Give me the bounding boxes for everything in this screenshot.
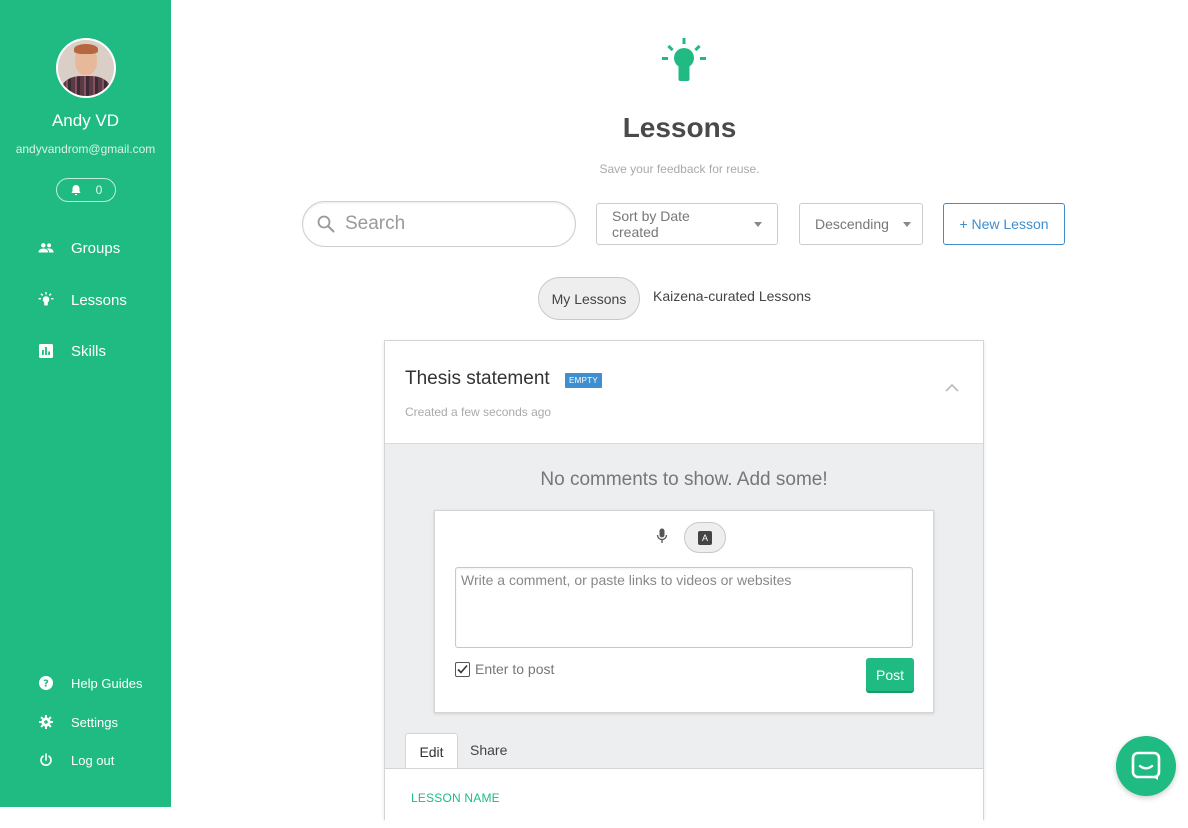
status-badge: EMPTY: [565, 373, 603, 388]
lesson-title: Thesis statement: [405, 368, 550, 389]
gear-icon: [38, 714, 54, 730]
tab-my-lessons[interactable]: My Lessons: [538, 277, 640, 320]
lightbulb-icon: [662, 38, 706, 81]
chat-launcher-button[interactable]: [1116, 736, 1176, 796]
lesson-name-label: LESSON NAME: [411, 791, 500, 805]
sidebar-item-label: Groups: [71, 239, 121, 257]
skills-chart-icon: [38, 343, 54, 359]
help-icon: ?: [38, 675, 54, 691]
avatar[interactable]: [56, 38, 116, 98]
order-dropdown[interactable]: Descending: [799, 203, 923, 245]
search-input[interactable]: [345, 213, 545, 235]
page-title: Lessons: [622, 112, 737, 143]
svg-text:?: ?: [43, 679, 49, 690]
notifications-count: 0: [95, 183, 103, 197]
no-comments-message: No comments to show. Add some!: [540, 469, 828, 490]
sidebar-item-help-guides[interactable]: ? Help Guides: [0, 668, 171, 698]
edit-panel: LESSON NAME: [385, 768, 983, 828]
page-subtitle: Save your feedback for reuse.: [599, 162, 760, 176]
sort-label: Sort by Date created: [612, 208, 690, 240]
lightbulb-icon: [38, 292, 54, 308]
tab-share[interactable]: Share: [470, 742, 507, 758]
bell-icon: [71, 185, 81, 196]
sidebar-item-log-out[interactable]: Log out: [0, 745, 171, 775]
caret-down-icon: [754, 221, 762, 227]
text-mode-letter: A: [698, 530, 712, 545]
caret-down-icon: [902, 221, 911, 227]
lesson-card: Thesis statement EMPTY Created a few sec…: [384, 340, 984, 828]
search-box[interactable]: [302, 201, 576, 247]
sidebar-item-settings[interactable]: Settings: [0, 707, 171, 737]
search-icon: [317, 215, 335, 233]
microphone-icon[interactable]: [655, 528, 669, 544]
lesson-card-header[interactable]: Thesis statement EMPTY Created a few sec…: [385, 341, 983, 444]
new-lesson-button[interactable]: + New Lesson: [943, 203, 1065, 245]
enter-to-post-option[interactable]: Enter to post: [455, 661, 554, 677]
text-mode-toggle[interactable]: A: [684, 522, 726, 553]
checkmark-icon: [457, 664, 468, 674]
sidebar-item-lessons[interactable]: Lessons: [0, 285, 171, 315]
chat-icon: [1131, 751, 1161, 780]
tab-kaizena-curated-lessons[interactable]: Kaizena-curated Lessons: [653, 288, 811, 304]
enter-to-post-checkbox[interactable]: [455, 661, 470, 677]
sidebar-item-skills[interactable]: Skills: [0, 336, 171, 366]
avatar-image: [58, 40, 114, 96]
lesson-created-time: Created a few seconds ago: [405, 405, 552, 419]
enter-to-post-label: Enter to post: [475, 661, 555, 677]
groups-icon: [38, 240, 54, 256]
user-email: andyvandrom@gmail.com: [15, 142, 156, 156]
post-button[interactable]: Post: [866, 658, 914, 691]
sidebar-item-label: Log out: [71, 752, 115, 768]
order-label: Descending: [815, 216, 889, 232]
sidebar-item-groups[interactable]: Groups: [0, 233, 171, 263]
tab-edit[interactable]: Edit: [405, 733, 458, 769]
sort-dropdown[interactable]: Sort by Date created: [596, 203, 778, 245]
sidebar-item-label: Help Guides: [71, 675, 143, 691]
sidebar-item-label: Skills: [71, 342, 107, 360]
sidebar-item-label: Lessons: [71, 291, 127, 309]
sidebar-item-label: Settings: [71, 714, 118, 730]
power-icon: [38, 752, 54, 768]
comment-composer: A Enter to post Post: [434, 510, 934, 713]
comment-input[interactable]: [455, 567, 913, 648]
notifications-button[interactable]: 0: [56, 178, 116, 202]
chevron-up-icon[interactable]: [945, 383, 959, 393]
